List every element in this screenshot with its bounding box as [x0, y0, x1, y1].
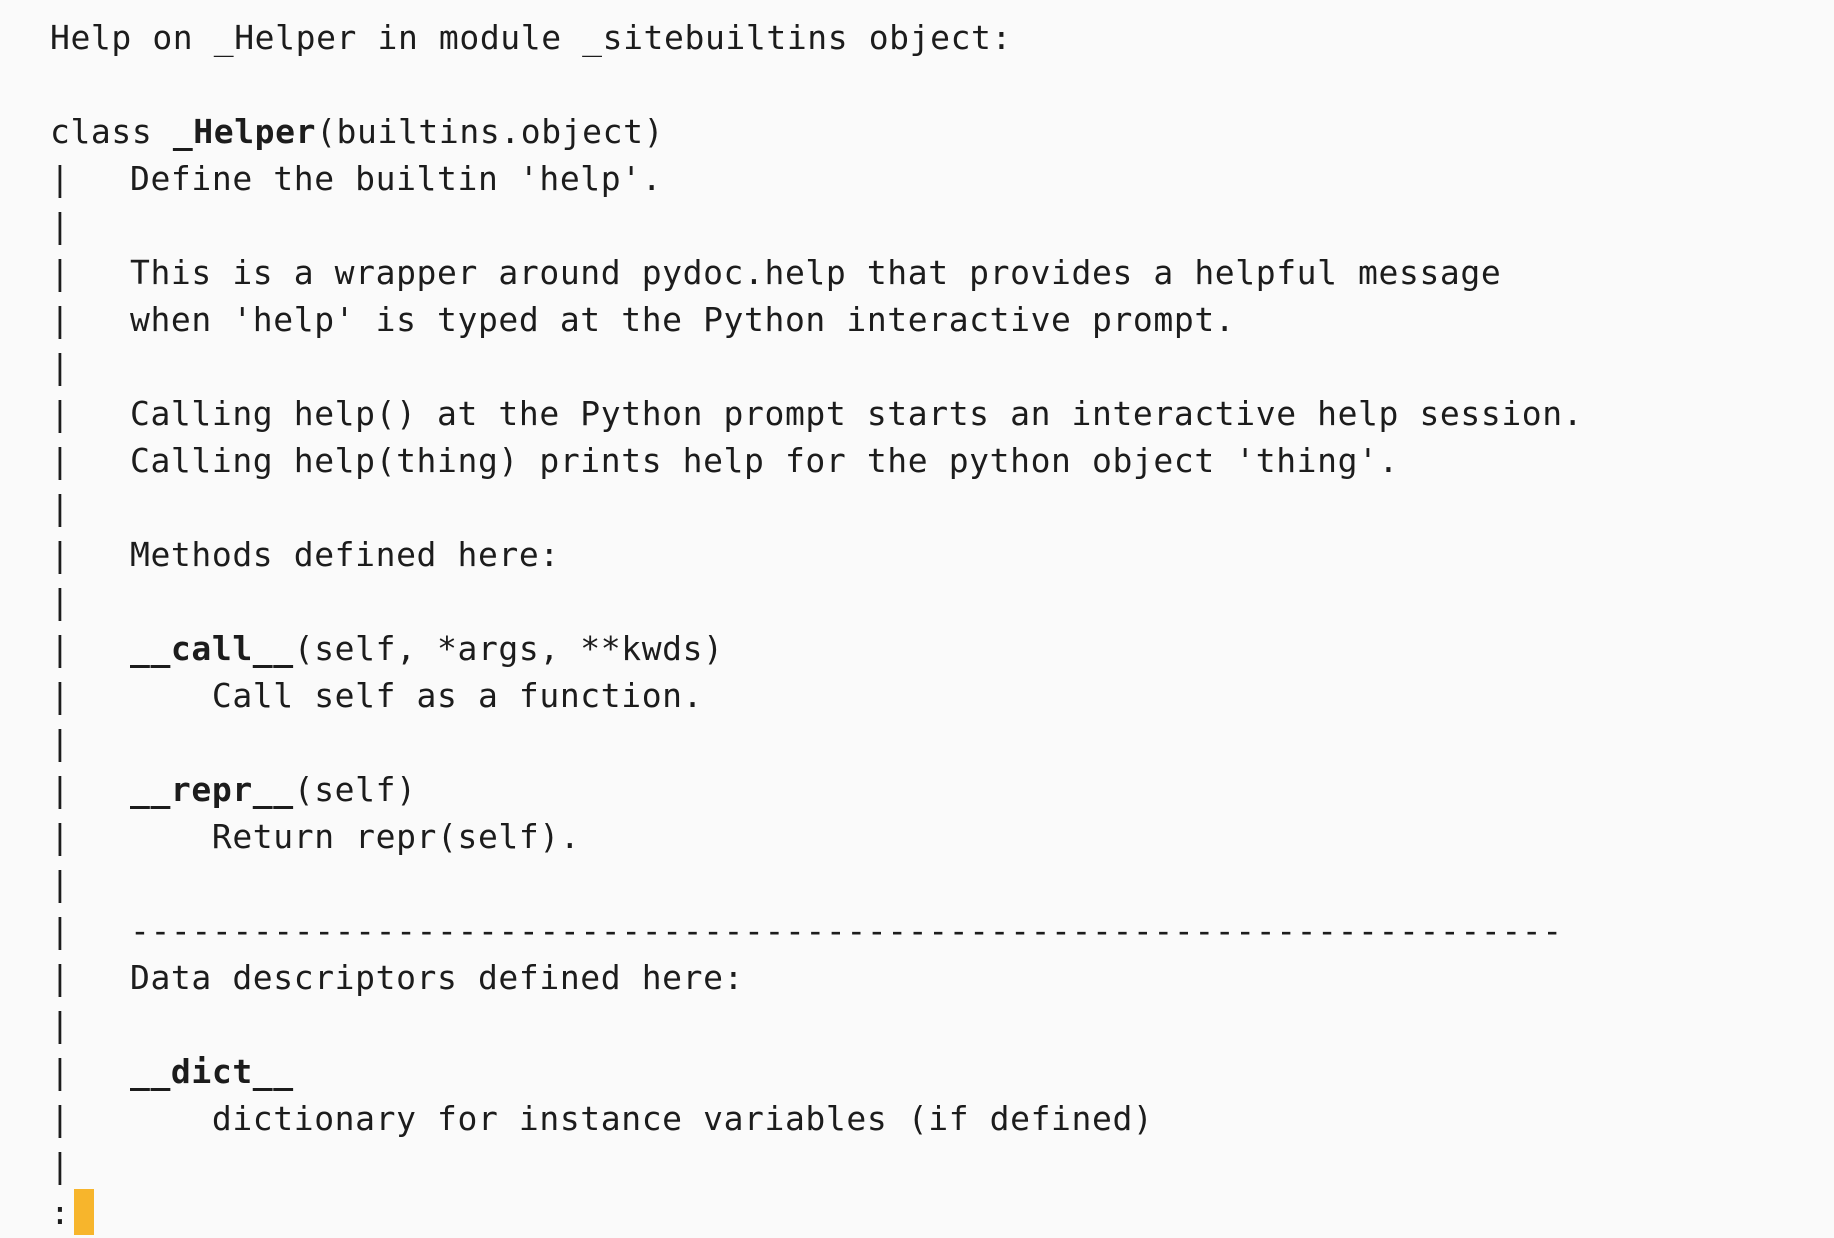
doc-line: | [50, 719, 1834, 766]
doc-margin-bar: | [50, 441, 71, 480]
doc-margin-bar: | [50, 347, 71, 386]
doc-paragraph-text: Calling help(thing) prints help for the … [130, 441, 1399, 480]
doc-margin-bar: | [50, 723, 71, 762]
doc-margin-bar: | [50, 488, 71, 527]
method-name: __call__ [130, 629, 294, 668]
method-indent [130, 676, 212, 715]
pager-prompt-line[interactable]: : [50, 1189, 1834, 1236]
method-description-line: | Call self as a function. [50, 672, 1834, 719]
descriptor-description: dictionary for instance variables (if de… [211, 1099, 1154, 1138]
doc-line: | Methods defined here: [50, 531, 1834, 578]
doc-margin-bar: | [50, 206, 71, 245]
doc-margin-bar: | [50, 394, 71, 433]
doc-margin-bar: | [50, 911, 71, 950]
method-description: Return repr(self). [211, 817, 581, 856]
doc-line: | when 'help' is typed at the Python inte… [50, 296, 1834, 343]
help-header: Help on _Helper in module _sitebuiltins … [50, 18, 1012, 57]
section-separator: ----------------------------------------… [130, 911, 1563, 950]
doc-line: | Calling help(thing) prints help for the… [50, 437, 1834, 484]
doc-line: | [50, 202, 1834, 249]
doc-margin-bar: | [50, 300, 71, 339]
pager-prompt: : [50, 1193, 71, 1232]
class-bases: (builtins.object) [316, 112, 665, 151]
doc-margin-bar: | [50, 1099, 71, 1138]
doc-margin-bar: | [50, 1005, 71, 1044]
doc-line: | Calling help() at the Python prompt sta… [50, 390, 1834, 437]
class-declaration-line: class _Helper(builtins.object) [50, 108, 1834, 155]
doc-line: | [50, 1001, 1834, 1048]
doc-margin-bar: | [50, 958, 71, 997]
doc-line: | [50, 1142, 1834, 1189]
doc-margin-bar: | [50, 582, 71, 621]
descriptor-description-line: | dictionary for instance variables (if … [50, 1095, 1834, 1142]
separator-line: | ---------------------------------------… [50, 907, 1834, 954]
doc-paragraph-text: when 'help' is typed at the Python inter… [130, 300, 1236, 339]
doc-line: | [50, 860, 1834, 907]
doc-line: | This is a wrapper around pydoc.help tha… [50, 249, 1834, 296]
class-keyword: class [50, 112, 173, 151]
method-signature: (self, *args, **kwds) [293, 629, 724, 668]
method-indent [130, 1099, 212, 1138]
method-description: Call self as a function. [211, 676, 704, 715]
doc-margin-bar: | [50, 864, 71, 903]
method-indent [130, 817, 212, 856]
descriptor-name: __dict__ [130, 1052, 294, 1091]
doc-line: | Data descriptors defined here: [50, 954, 1834, 1001]
doc-line: | [50, 578, 1834, 625]
method-name: __repr__ [130, 770, 294, 809]
doc-summary: Define the builtin 'help'. [130, 159, 663, 198]
doc-line: | Define the builtin 'help'. [50, 155, 1834, 202]
help-header-line: Help on _Helper in module _sitebuiltins … [50, 14, 1834, 61]
doc-margin-bar: | [50, 535, 71, 574]
doc-line: | [50, 343, 1834, 390]
method-signature-line: | __repr__(self) [50, 766, 1834, 813]
doc-margin-bar: | [50, 1146, 71, 1185]
pydoc-pager-terminal[interactable]: Help on _Helper in module _sitebuiltins … [0, 0, 1834, 1238]
methods-heading: Methods defined here: [130, 535, 560, 574]
descriptor-name-line: | __dict__ [50, 1048, 1834, 1095]
method-description-line: | Return repr(self). [50, 813, 1834, 860]
doc-margin-bar: | [50, 159, 71, 198]
doc-margin-bar: | [50, 629, 71, 668]
method-signature-line: | __call__(self, *args, **kwds) [50, 625, 1834, 672]
doc-margin-bar: | [50, 770, 71, 809]
data-descriptors-heading: Data descriptors defined here: [130, 958, 745, 997]
doc-paragraph-text: This is a wrapper around pydoc.help that… [130, 253, 1502, 292]
doc-margin-bar: | [50, 817, 71, 856]
doc-margin-bar: | [50, 676, 71, 715]
doc-paragraph-text: Calling help() at the Python prompt star… [130, 394, 1584, 433]
doc-margin-bar: | [50, 253, 71, 292]
class-name: _Helper [172, 112, 317, 151]
method-signature: (self) [293, 770, 417, 809]
text-cursor [74, 1189, 95, 1235]
doc-line: | [50, 484, 1834, 531]
doc-margin-bar: | [50, 1052, 71, 1091]
